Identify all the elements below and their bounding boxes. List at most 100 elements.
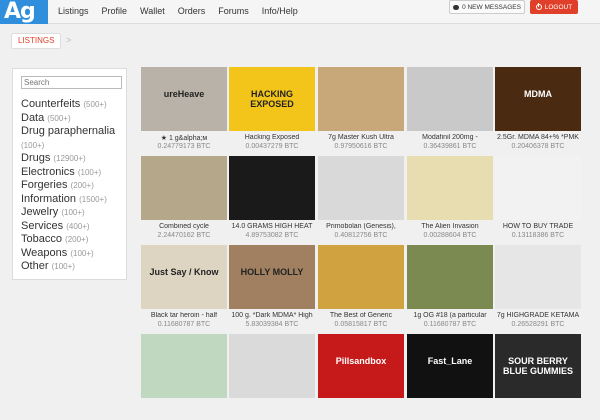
nav-orders[interactable]: Orders — [178, 6, 206, 16]
listing-thumbnail[interactable] — [318, 156, 404, 220]
category-name: Jewelry — [21, 206, 62, 218]
listing-thumbnail[interactable] — [229, 334, 315, 398]
listing-thumbnail[interactable] — [318, 67, 404, 131]
listing-title[interactable]: ★ 1 g&alpha;м — [139, 134, 229, 142]
category-count: (100+) — [77, 167, 102, 177]
listing-item[interactable]: SOUR BERRY BLUE GUMMIES — [495, 334, 581, 420]
listing-item[interactable]: Primobolan (Genesis), 0.40812756 BTC — [318, 156, 404, 242]
category-count: (200+) — [65, 235, 89, 244]
site-logo[interactable]: Ag — [0, 0, 48, 24]
category-count: (500+) — [47, 113, 71, 123]
listing-thumbnail[interactable]: HACKING EXPOSED — [229, 67, 315, 131]
listing-price: 2.24470162 BTC — [157, 232, 211, 239]
thumbnail-caption: SOUR BERRY BLUE GUMMIES — [502, 356, 573, 376]
listing-item[interactable]: Pillsandbox — [318, 334, 404, 420]
category-count: (100+) — [70, 248, 94, 258]
listing-title[interactable]: Modafinil 200mg - — [405, 134, 495, 141]
listing-thumbnail[interactable] — [141, 334, 227, 398]
category-name: Tobacco — [21, 233, 66, 245]
listing-thumbnail[interactable] — [407, 245, 493, 309]
listing-item[interactable] — [141, 334, 227, 420]
nav-wallet[interactable]: Wallet — [140, 6, 165, 16]
listing-title[interactable]: Primobolan (Genesis), — [316, 223, 406, 230]
top-navbar: Ag Listings Profile Wallet Orders Forums… — [0, 0, 600, 24]
listing-item[interactable]: The Alien Invasion 0.00288604 BTC — [407, 156, 493, 242]
nav-profile[interactable]: Profile — [102, 6, 128, 16]
listing-price: 0.26528291 BTC — [511, 321, 565, 328]
thumbnail-caption: ureHeave — [163, 89, 205, 99]
nav-info-help[interactable]: Info/Help — [262, 6, 298, 16]
listing-thumbnail[interactable]: ureHeave — [141, 67, 227, 131]
listing-title[interactable]: Black tar heroin - half — [139, 312, 229, 319]
category-item[interactable]: Drug paraphernalia (100+) — [21, 125, 126, 152]
listing-thumbnail[interactable] — [495, 245, 581, 309]
listing-thumbnail[interactable] — [318, 245, 404, 309]
listing-title[interactable]: The Best of Generic — [316, 312, 406, 319]
listing-title[interactable]: The Alien Invasion — [405, 223, 495, 230]
nav-forums[interactable]: Forums — [218, 6, 249, 16]
thumbnail-caption: MDMA — [524, 89, 552, 99]
category-count: (1500+) — [79, 194, 107, 204]
category-item[interactable]: Data (500+) — [21, 112, 126, 126]
category-name: Data — [21, 111, 48, 124]
listing-thumbnail[interactable] — [495, 156, 581, 220]
listing-item[interactable]: Fast_Lane — [407, 334, 493, 420]
category-name: Counterfeits — [21, 98, 84, 110]
listing-title[interactable]: 14.0 GRAMS HIGH HEAT — [227, 223, 317, 230]
listing-item[interactable]: MDMA 2.5Gr. MDMA 84+% *PMK 0.20406378 BTC — [495, 67, 581, 153]
category-item[interactable]: Jewelry (100+) — [21, 206, 126, 220]
listing-item[interactable]: The Best of Generic 0.05815817 BTC — [318, 245, 404, 331]
listing-title[interactable]: 2.5Gr. MDMA 84+% *PMK — [493, 134, 583, 141]
breadcrumb-bar: LISTINGS > — [0, 25, 600, 55]
listing-thumbnail[interactable]: Fast_Lane — [407, 334, 493, 398]
category-name: Forgeries — [21, 179, 71, 191]
listing-thumbnail[interactable] — [407, 156, 493, 220]
listing-item[interactable]: HOW TO BUY TRADE 0.13118386 BTC — [495, 156, 581, 242]
search-input[interactable] — [21, 76, 122, 89]
listing-item[interactable] — [229, 334, 315, 420]
category-count: (12900+) — [53, 154, 86, 163]
listing-item[interactable]: HACKING EXPOSED Hacking Exposed 0.00437279… — [229, 67, 315, 153]
listing-item[interactable]: 1g OG #18 (a particular 0.11680787 BTC — [407, 245, 493, 331]
listing-item[interactable]: ureHeave ★ 1 g&alpha;м 0.24779173 BTC — [141, 67, 227, 153]
listing-item[interactable]: Just Say / Know Black tar heroin - half 0.… — [141, 245, 227, 331]
category-item[interactable]: Drugs (12900+) — [21, 152, 126, 166]
listing-title[interactable]: 7g Master Kush Ultra — [316, 134, 406, 141]
listing-title[interactable]: Combined cycle — [139, 223, 229, 230]
category-item[interactable]: Services (400+) — [21, 220, 126, 234]
listing-item[interactable]: 14.0 GRAMS HIGH HEAT 4.89753082 BTC — [229, 156, 315, 242]
breadcrumb-separator: > — [66, 35, 72, 45]
listing-title[interactable]: Hacking Exposed — [227, 134, 317, 141]
breadcrumb-listings[interactable]: LISTINGS — [11, 33, 62, 49]
category-name: Drugs — [21, 152, 54, 164]
listing-title[interactable]: 100 g. *Dark MDMA* High — [227, 312, 317, 319]
listing-thumbnail[interactable]: HOLLY MOLLY — [229, 245, 315, 309]
listing-thumbnail[interactable]: MDMA — [495, 67, 581, 131]
listing-title[interactable]: 1g OG #18 (a particular — [405, 312, 495, 319]
listing-item[interactable]: HOLLY MOLLY 100 g. *Dark MDMA* High 5.8303… — [229, 245, 315, 331]
main-nav: Listings Profile Wallet Orders Forums In… — [58, 6, 311, 16]
category-item[interactable]: Information (1500+) — [21, 193, 126, 207]
listing-title[interactable]: 7g HIGHGRADE KETAMA — [493, 312, 583, 319]
listing-thumbnail[interactable] — [229, 156, 315, 220]
listing-item[interactable]: 7g HIGHGRADE KETAMA 0.26528291 BTC — [495, 245, 581, 331]
listing-thumbnail[interactable] — [407, 67, 493, 131]
listing-item[interactable]: 7g Master Kush Ultra 0.97950616 BTC — [318, 67, 404, 153]
listing-thumbnail[interactable] — [141, 156, 227, 220]
listing-title[interactable]: HOW TO BUY TRADE — [493, 223, 583, 230]
listing-item[interactable]: Modafinil 200mg - 0.36439861 BTC — [407, 67, 493, 153]
category-item[interactable]: Other (100+) — [21, 260, 126, 274]
messages-button[interactable]: 0 NEW MESSAGES — [449, 0, 525, 14]
listing-thumbnail[interactable]: Pillsandbox — [318, 334, 404, 398]
logout-button[interactable]: LOGOUT — [530, 0, 578, 14]
listing-thumbnail[interactable]: SOUR BERRY BLUE GUMMIES — [495, 334, 581, 398]
category-item[interactable]: Tobacco (200+) — [21, 233, 126, 247]
category-item[interactable]: Electronics (100+) — [21, 166, 126, 180]
nav-listings[interactable]: Listings — [58, 6, 89, 16]
category-item[interactable]: Weapons (100+) — [21, 247, 126, 261]
listing-price: 0.40812756 BTC — [334, 232, 388, 239]
listing-thumbnail[interactable]: Just Say / Know — [141, 245, 227, 309]
category-item[interactable]: Counterfeits (500+) — [21, 98, 126, 112]
listing-item[interactable]: Combined cycle 2.24470162 BTC — [141, 156, 227, 242]
category-item[interactable]: Forgeries (200+) — [21, 179, 126, 193]
